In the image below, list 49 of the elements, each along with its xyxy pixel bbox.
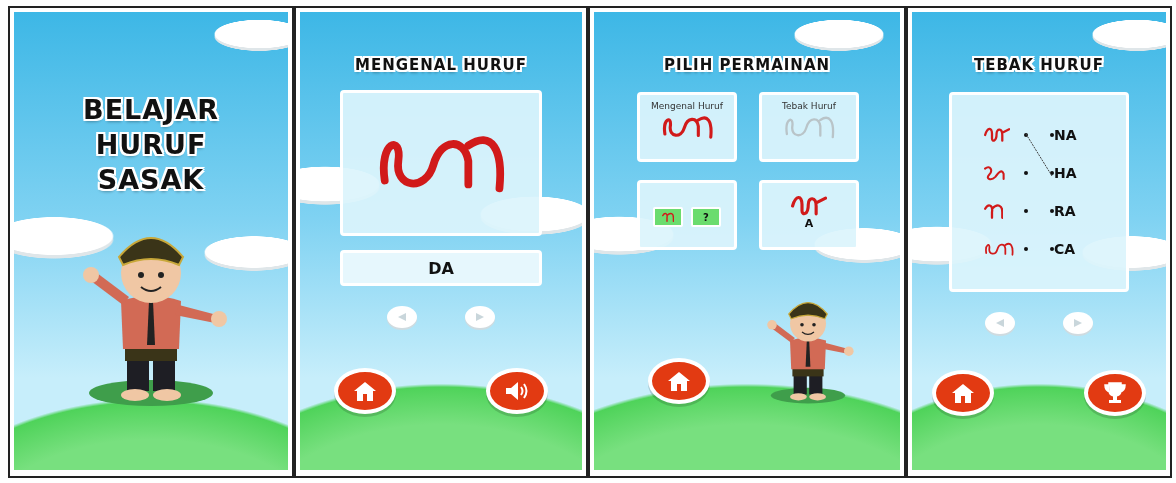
letter-label: DA	[340, 250, 542, 286]
card-title: Mengenal Huruf	[651, 101, 723, 111]
home-icon	[951, 382, 975, 404]
title-line: BELAJAR	[83, 94, 219, 125]
home-icon	[667, 370, 691, 392]
answer-label[interactable]: CA	[1054, 241, 1094, 257]
home-icon	[353, 380, 377, 402]
answer-letter: A	[804, 217, 814, 230]
game-card[interactable]: Mengenal Huruf	[637, 92, 737, 162]
match-dot[interactable]	[1024, 247, 1028, 251]
match-line	[1025, 133, 1053, 177]
right-triangle-icon	[475, 312, 485, 322]
home-button[interactable]	[334, 368, 396, 414]
script-glyph-drawing	[984, 241, 1015, 257]
script-glyph-drawing	[790, 195, 828, 217]
question-tile: ?	[691, 207, 721, 227]
speaker-icon	[504, 381, 530, 401]
left-triangle-icon	[995, 318, 1005, 328]
match-dot[interactable]	[1050, 171, 1054, 175]
trophy-button[interactable]	[1084, 370, 1146, 416]
answer-label[interactable]: RA	[1054, 203, 1094, 219]
screen-title: MENGENAL HURUF	[355, 56, 527, 74]
match-dot[interactable]	[1050, 133, 1054, 137]
script-glyph-drawing	[984, 203, 1004, 219]
sound-button[interactable]	[486, 368, 548, 414]
game-card[interactable]: ?	[637, 180, 737, 250]
trophy-icon	[1103, 381, 1127, 405]
screen-title: PILIH PERMAINAN	[663, 56, 831, 74]
home-button[interactable]	[932, 370, 994, 416]
match-dot[interactable]	[1024, 133, 1028, 137]
title-line: HURUF	[95, 129, 207, 160]
home-button[interactable]	[648, 358, 710, 404]
match-dot[interactable]	[1024, 209, 1028, 213]
game-card[interactable]: Tebak Huruf	[759, 92, 859, 162]
script-glyph-drawing	[660, 113, 714, 141]
script-glyph-drawing	[661, 212, 675, 222]
game-card[interactable]: A	[759, 180, 859, 250]
right-triangle-icon	[1073, 318, 1083, 328]
left-triangle-icon	[397, 312, 407, 322]
script-glyph-drawing	[984, 165, 1005, 181]
match-dot[interactable]	[1024, 171, 1028, 175]
title-line: SASAK	[97, 164, 205, 195]
match-dot[interactable]	[1050, 247, 1054, 251]
card-title: Tebak Huruf	[782, 101, 836, 111]
screen-title: TEBAK HURUF	[973, 56, 1105, 74]
script-glyph-drawing	[984, 127, 1011, 143]
match-dot[interactable]	[1050, 209, 1054, 213]
answer-label[interactable]: HA	[1054, 165, 1094, 181]
answer-label[interactable]: NA	[1054, 127, 1094, 143]
